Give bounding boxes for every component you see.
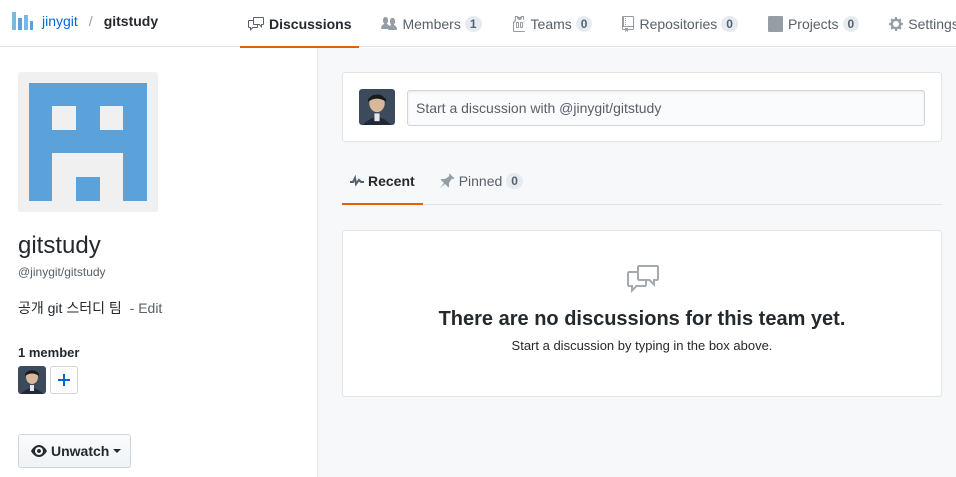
tab-teams[interactable]: Teams 0 <box>504 0 601 47</box>
repo-icon <box>622 15 635 32</box>
tab-recent-label: Recent <box>368 173 415 189</box>
plus-icon <box>58 374 70 386</box>
unwatch-label: Unwatch <box>51 443 110 459</box>
empty-state-title: There are no discussions for this team y… <box>438 308 846 330</box>
team-description-text: 공개 git 스터디 팀 <box>18 300 122 316</box>
projects-counter: 0 <box>842 15 860 32</box>
breadcrumb-separator: / <box>88 13 93 29</box>
team-handle: @jinygit/gitstudy <box>18 265 106 279</box>
discussions-main: Recent Pinned 0 There are no discussions… <box>318 48 956 477</box>
add-member-button[interactable] <box>50 366 78 394</box>
tab-settings[interactable]: Settings <box>881 0 956 47</box>
tab-teams-label: Teams <box>530 15 572 32</box>
tab-projects[interactable]: Projects 0 <box>760 0 867 47</box>
people-icon <box>381 16 398 30</box>
team-nav-tabs: Discussions Members 1 Teams 0 Repositori… <box>240 0 956 48</box>
eye-icon <box>31 445 47 457</box>
tab-members-label: Members <box>402 15 461 32</box>
team-description: 공개 git 스터디 팀 - Edit <box>18 298 162 318</box>
team-link[interactable]: gitstudy <box>104 13 158 29</box>
tab-repositories-label: Repositories <box>639 15 718 32</box>
tab-settings-label: Settings <box>908 15 956 32</box>
jersey-icon <box>512 15 525 32</box>
tab-recent[interactable]: Recent <box>342 158 423 205</box>
tab-discussions[interactable]: Discussions <box>240 0 360 48</box>
discussion-composer <box>342 72 942 142</box>
org-link[interactable]: jinygit <box>42 13 78 29</box>
unwatch-button[interactable]: Unwatch <box>18 434 131 468</box>
project-icon <box>767 15 783 32</box>
viewer-avatar <box>359 89 395 125</box>
team-sidebar: gitstudy @jinygit/gitstudy 공개 git 스터디 팀 … <box>0 48 318 477</box>
member-avatar[interactable] <box>18 366 46 394</box>
tab-pinned[interactable]: Pinned 0 <box>431 158 531 204</box>
pulse-icon <box>350 174 364 187</box>
avatar-icon <box>18 366 46 394</box>
identicon-icon <box>18 72 158 212</box>
empty-state: There are no discussions for this team y… <box>342 230 942 397</box>
tab-discussions-label: Discussions <box>269 15 352 32</box>
comment-discussion-icon <box>627 265 659 293</box>
repositories-counter: 0 <box>721 15 738 32</box>
pinned-counter: 0 <box>506 173 523 189</box>
members-counter: 1 <box>464 15 482 32</box>
team-header: jinygit / gitstudy Discussions Members 1… <box>0 0 956 48</box>
chevron-down-icon <box>113 449 122 453</box>
tab-pinned-label: Pinned <box>458 173 503 189</box>
tab-projects-label: Projects <box>787 15 839 32</box>
empty-state-description: Start a discussion by typing in the box … <box>511 338 773 353</box>
comment-discussion-icon <box>248 16 264 31</box>
team-title: gitstudy <box>18 232 101 259</box>
member-count: 1 member <box>18 345 80 360</box>
tab-repositories[interactable]: Repositories 0 <box>614 0 746 47</box>
team-identicon <box>18 72 158 212</box>
pin-icon <box>439 173 454 188</box>
teams-counter: 0 <box>575 15 593 32</box>
gear-icon <box>889 16 904 31</box>
discussion-filter-tabs: Recent Pinned 0 <box>342 158 942 205</box>
discussion-input[interactable] <box>407 90 925 126</box>
avatar-icon <box>359 89 395 125</box>
edit-description-link[interactable]: - Edit <box>130 300 163 316</box>
breadcrumb: jinygit / gitstudy <box>11 10 158 32</box>
org-avatar-icon[interactable] <box>11 10 33 32</box>
tab-members[interactable]: Members 1 <box>373 0 489 47</box>
